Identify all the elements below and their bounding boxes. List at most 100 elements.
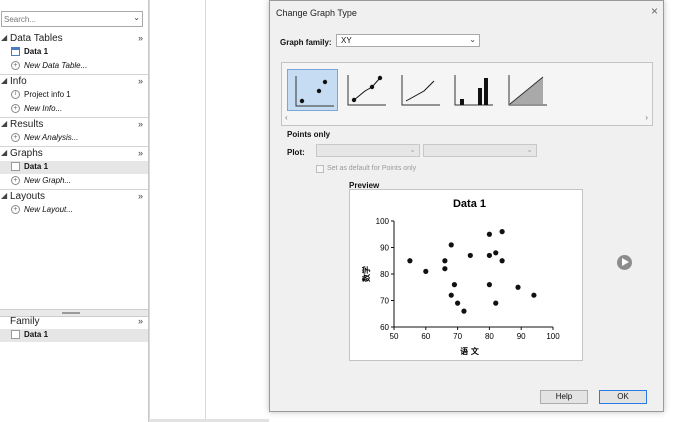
- search-box[interactable]: ⌄: [1, 11, 143, 27]
- collapse-triangle-icon[interactable]: ◢: [1, 33, 7, 42]
- section-results[interactable]: ◢ Results »: [0, 119, 148, 131]
- section-label: Layouts: [10, 191, 46, 202]
- section-more-icon[interactable]: »: [138, 33, 143, 43]
- nav-item-label: New Info...: [24, 104, 63, 113]
- x-axis-label: 语 文: [460, 346, 480, 356]
- data-point: [455, 300, 461, 306]
- family-item-label: Data 1: [24, 330, 49, 339]
- family-item-data-1[interactable]: Data 1: [0, 329, 148, 342]
- x-tick-label: 80: [485, 332, 494, 341]
- data-point: [451, 282, 458, 288]
- section-info[interactable]: ◢ Info »: [0, 76, 148, 88]
- splitter-grip[interactable]: [62, 312, 80, 314]
- data-point: [461, 308, 467, 314]
- nav-item-label: Data 1: [24, 47, 49, 56]
- help-button[interactable]: Help: [540, 390, 588, 404]
- close-icon[interactable]: ×: [651, 4, 658, 18]
- collapse-triangle-icon[interactable]: ◢: [1, 148, 7, 157]
- nav-item-label: New Layout...: [24, 205, 73, 214]
- collapse-triangle-icon[interactable]: ◢: [1, 191, 7, 200]
- graph-type-line-only[interactable]: [394, 69, 445, 111]
- section-more-icon[interactable]: »: [138, 148, 143, 158]
- graph-family-label: Graph family:: [280, 38, 332, 47]
- spikes-icon: [454, 75, 493, 106]
- collapse-triangle-icon[interactable]: ◢: [1, 119, 7, 128]
- plus-icon: +: [11, 205, 20, 214]
- ok-button[interactable]: OK: [599, 390, 647, 404]
- data-point: [515, 284, 521, 290]
- data-point: [486, 231, 492, 237]
- nav-item-project-info-1[interactable]: i Project info 1: [0, 89, 148, 102]
- data-point: [442, 266, 448, 272]
- data-point: [493, 300, 499, 306]
- graph-icon: [11, 330, 20, 339]
- nav-item-label: New Graph...: [24, 176, 72, 185]
- collapse-triangle-icon[interactable]: ◢: [1, 76, 7, 85]
- data-point: [531, 292, 537, 298]
- set-default-checkbox[interactable]: [316, 165, 324, 173]
- points-line-icon: [347, 75, 386, 106]
- data-point: [467, 252, 473, 259]
- y-axis-label: 数学: [361, 266, 371, 282]
- plot-select-1[interactable]: ⌄: [316, 144, 420, 157]
- graph-type-spikes[interactable]: [447, 69, 498, 111]
- section-more-icon[interactable]: »: [138, 316, 143, 326]
- plot-label: Plot:: [287, 148, 305, 157]
- chevron-down-icon: ⌄: [526, 145, 533, 154]
- section-label: Results: [10, 119, 44, 130]
- y-tick-label: 100: [376, 217, 390, 226]
- section-data-tables[interactable]: ◢ Data Tables »: [0, 33, 148, 45]
- chevron-down-icon[interactable]: ⌄: [133, 13, 140, 22]
- graph-type-points-line[interactable]: [340, 69, 391, 111]
- plus-icon: +: [11, 104, 20, 113]
- nav-item-data-table-1[interactable]: Data 1: [0, 46, 148, 59]
- data-table-icon: [11, 47, 20, 56]
- section-family[interactable]: Family »: [0, 316, 148, 328]
- data-point: [499, 229, 505, 235]
- graph-family-select[interactable]: XY ⌄: [336, 34, 480, 47]
- set-default-label: Set as default for Points only: [327, 165, 417, 172]
- y-tick-label: 80: [380, 270, 389, 279]
- nav-item-label: New Analysis...: [24, 133, 79, 142]
- sheet-gridline: [149, 0, 150, 422]
- section-more-icon[interactable]: »: [138, 119, 143, 129]
- plus-icon: +: [11, 176, 20, 185]
- scroll-left-icon[interactable]: ‹: [285, 113, 288, 122]
- y-tick-label: 60: [380, 323, 389, 332]
- play-triangle: [622, 258, 629, 266]
- scatter-chart: Data 150 60 70 80 90 10060708090100语 文数学: [361, 198, 560, 356]
- chart-title: Data 1: [453, 198, 486, 210]
- data-point: [499, 258, 505, 264]
- scroll-right-icon[interactable]: ›: [645, 113, 648, 122]
- nav-item-new-graph[interactable]: + New Graph...: [0, 175, 148, 188]
- graph-type-gallery: ‹ ›: [281, 62, 653, 126]
- data-point: [493, 250, 499, 256]
- divider: [0, 117, 148, 118]
- nav-item-new-data-table[interactable]: + New Data Table...: [0, 60, 148, 73]
- y-tick-label: 70: [380, 297, 389, 306]
- divider: [0, 74, 148, 75]
- nav-item-graph-data-1[interactable]: Data 1: [0, 161, 148, 174]
- dialog-title: Change Graph Type: [276, 8, 357, 18]
- x-tick-label: 70: [453, 332, 462, 341]
- section-layouts[interactable]: ◢ Layouts »: [0, 191, 148, 203]
- search-input[interactable]: [4, 13, 122, 25]
- section-graphs[interactable]: ◢ Graphs »: [0, 148, 148, 160]
- play-icon[interactable]: [617, 255, 632, 270]
- line-only-icon: [401, 75, 440, 106]
- graph-type-points-only[interactable]: [287, 69, 338, 111]
- divider: [0, 189, 148, 190]
- section-label: Data Tables: [10, 33, 63, 44]
- plot-select-2[interactable]: ⌄: [423, 144, 537, 157]
- section-more-icon[interactable]: »: [138, 191, 143, 201]
- graph-icon: [11, 162, 20, 171]
- nav-item-new-info[interactable]: + New Info...: [0, 103, 148, 116]
- nav-item-new-analysis[interactable]: + New Analysis...: [0, 132, 148, 145]
- section-more-icon[interactable]: »: [138, 76, 143, 86]
- nav-item-new-layout[interactable]: + New Layout...: [0, 204, 148, 217]
- graph-family-value: XY: [341, 36, 352, 45]
- data-point: [407, 258, 413, 264]
- nav-item-label: Project info 1: [24, 90, 71, 99]
- graph-preview: Data 1 50 60 70 80 90 100 60 70 80 90 100 语 文数学: [349, 189, 583, 361]
- graph-type-area[interactable]: [501, 69, 552, 111]
